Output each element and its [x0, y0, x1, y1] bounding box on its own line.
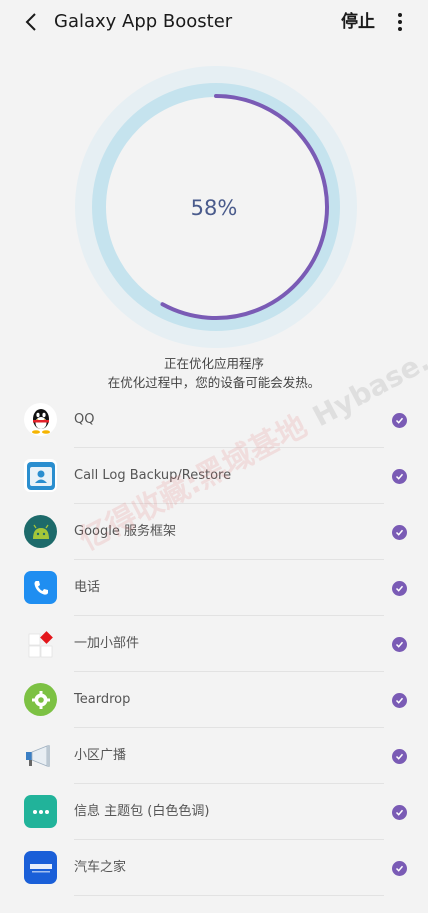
check-icon [392, 469, 407, 484]
app-name: 汽车之家 [74, 860, 127, 875]
list-item-messages-theme[interactable]: 信息 主题包 (白色色调) [0, 784, 428, 840]
list-item-autohome[interactable]: 汽车之家 [0, 840, 428, 896]
back-arrow-icon [25, 13, 36, 31]
list-item-cell-broadcast[interactable]: 小区广播 [0, 728, 428, 784]
qq-penguin-icon [24, 403, 57, 436]
app-name: 信息 主题包 (白色色调) [74, 804, 210, 819]
page-title: Galaxy App Booster [54, 11, 233, 32]
megaphone-icon [24, 739, 57, 772]
check-icon [392, 749, 407, 764]
check-icon [392, 693, 407, 708]
android-robot-icon [24, 515, 57, 548]
app-name: Call Log Backup/Restore [74, 468, 232, 483]
list-item-qq[interactable]: QQ [0, 392, 428, 448]
divider [74, 895, 384, 896]
list-item-oneplus-widget[interactable]: 一加小部件 [0, 616, 428, 672]
phone-icon [24, 571, 57, 604]
check-icon [392, 805, 407, 820]
gear-icon [24, 683, 57, 716]
oneplus-widget-icon [24, 627, 57, 660]
list-item-call-log-backup[interactable]: Call Log Backup/Restore [0, 448, 428, 504]
check-icon [392, 861, 407, 876]
list-item-google-services[interactable]: Google 服务框架 [0, 504, 428, 560]
check-icon [392, 525, 407, 540]
app-name: Google 服务框架 [74, 524, 176, 539]
app-name: Teardrop [74, 692, 131, 707]
app-bar: Galaxy App Booster 停止 [0, 0, 428, 44]
progress-percent: 58% [190, 196, 238, 220]
list-item-teardrop[interactable]: Teardrop [0, 672, 428, 728]
app-name: 一加小部件 [74, 636, 140, 651]
stop-button[interactable]: 停止 [341, 10, 375, 34]
messages-icon [24, 795, 57, 828]
app-name: QQ [74, 412, 95, 427]
more-options-button[interactable] [390, 10, 410, 34]
app-name: 小区广播 [74, 748, 127, 763]
status-subtext: 在优化过程中，您的设备可能会发热。 [107, 375, 321, 390]
app-name: 电话 [74, 580, 101, 595]
check-icon [392, 413, 407, 428]
status-text: 正在优化应用程序 [163, 356, 264, 371]
back-button[interactable] [20, 10, 44, 34]
check-icon [392, 581, 407, 596]
autohome-icon [24, 851, 57, 884]
check-icon [392, 637, 407, 652]
more-vert-icon [398, 13, 402, 31]
call-log-backup-icon [24, 459, 57, 492]
list-item-phone[interactable]: 电话 [0, 560, 428, 616]
